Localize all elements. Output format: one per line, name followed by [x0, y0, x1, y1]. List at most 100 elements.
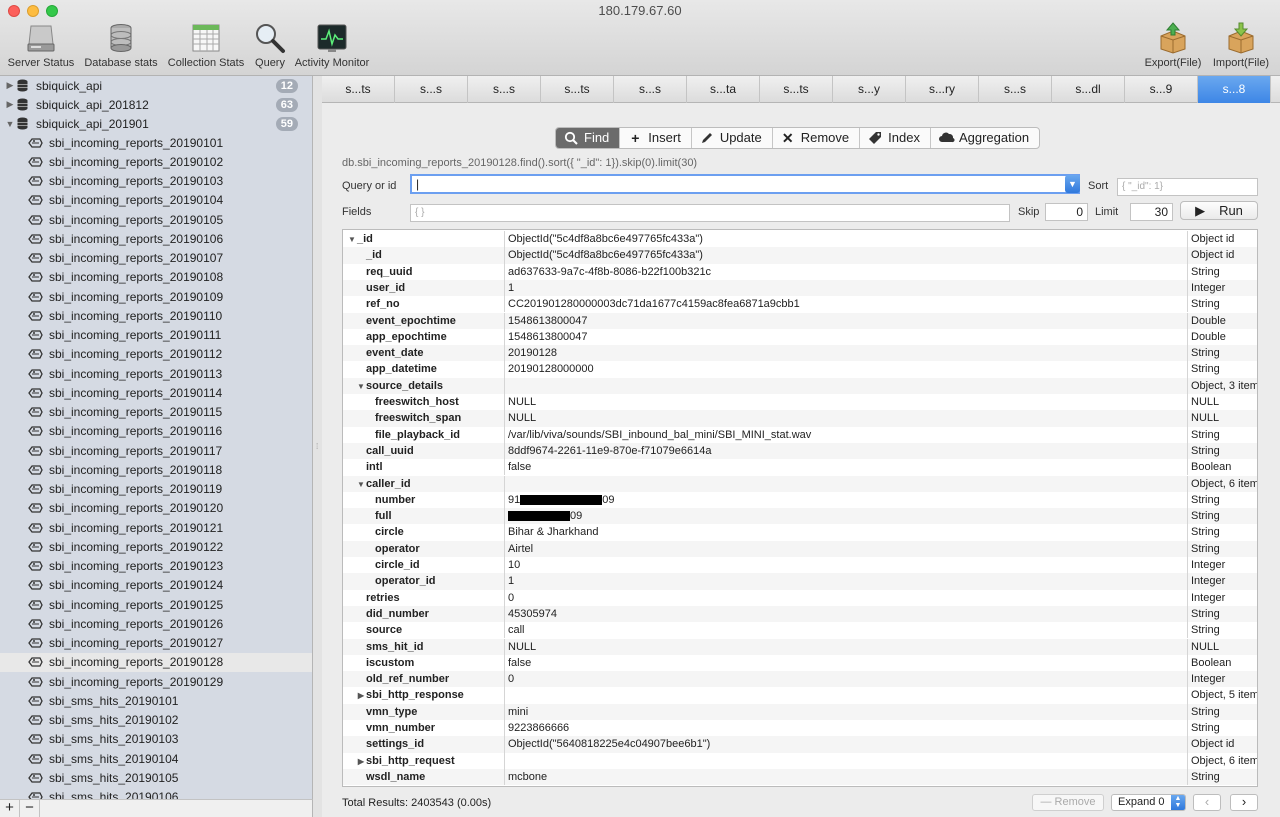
sidebar-item-collection[interactable]: sbi_sms_hits_20190106: [0, 788, 312, 799]
add-button[interactable]: +: [0, 800, 20, 817]
table-row[interactable]: ▶ sbi_http_request Object, 6 items: [343, 752, 1257, 769]
sort-input[interactable]: { "_id": 1}: [1117, 178, 1258, 196]
skip-input[interactable]: 0: [1045, 203, 1088, 221]
sidebar-item-collection[interactable]: sbi_sms_hits_20190101: [0, 691, 312, 710]
table-row[interactable]: did_number 45305974 String: [343, 605, 1257, 623]
sidebar-item-collection[interactable]: sbi_incoming_reports_20190116: [0, 422, 312, 441]
table-row[interactable]: source call String: [343, 622, 1257, 639]
run-button[interactable]: ▶ Run: [1180, 201, 1258, 220]
collection-tab[interactable]: s...ts: [760, 76, 833, 103]
sidebar-item-collection[interactable]: sbi_incoming_reports_20190102: [0, 152, 312, 171]
sidebar-item-collection[interactable]: sbi_sms_hits_20190105: [0, 768, 312, 787]
collection-tab[interactable]: s...9: [1125, 76, 1198, 103]
query-input[interactable]: |: [410, 174, 1080, 194]
collection-tab[interactable]: s...ry: [906, 76, 979, 103]
sidebar-item-collection[interactable]: sbi_sms_hits_20190103: [0, 730, 312, 749]
sidebar-item-collection[interactable]: sbi_incoming_reports_20190129: [0, 672, 312, 691]
sidebar-item-collection[interactable]: sbi_incoming_reports_20190118: [0, 460, 312, 479]
remove-button[interactable]: −: [20, 800, 40, 817]
results-outline-table[interactable]: ▼_id ObjectId("5c4df8a8bc6e497765fc433a")…: [342, 229, 1258, 787]
fields-input[interactable]: { }: [410, 204, 1010, 222]
table-row[interactable]: intl false Boolean: [343, 459, 1257, 476]
table-row[interactable]: settings_id ObjectId("5640818225e4c04907b…: [343, 736, 1257, 753]
collection-tab[interactable]: s...s: [614, 76, 687, 103]
table-row[interactable]: req_uuid ad637633-9a7c-4f8b-8086-b22f100b…: [343, 263, 1257, 280]
sidebar-item-collection[interactable]: sbi_incoming_reports_20190114: [0, 383, 312, 402]
table-row[interactable]: full 09 String: [343, 508, 1257, 525]
table-row[interactable]: app_datetime 20190128000000 String: [343, 361, 1257, 378]
sidebar-item-collection[interactable]: sbi_sms_hits_20190104: [0, 749, 312, 768]
collection-tab[interactable]: s...s: [979, 76, 1052, 103]
collection-tab[interactable]: s...ta: [687, 76, 760, 103]
disclosure-closed-icon[interactable]: ▶: [356, 688, 366, 703]
remove-operation-button[interactable]: ✕ Remove: [773, 128, 861, 148]
index-operation-button[interactable]: Index: [860, 128, 931, 148]
table-row[interactable]: vmn_number 9223866666 String: [343, 720, 1257, 737]
activity-monitor-button[interactable]: Activity Monitor: [292, 22, 372, 72]
sidebar-item-collection[interactable]: sbi_incoming_reports_20190105: [0, 210, 312, 229]
sidebar-item-collection[interactable]: sbi_incoming_reports_20190124: [0, 576, 312, 595]
sidebar-item-collection[interactable]: sbi_incoming_reports_20190128: [0, 652, 312, 672]
sidebar-item-collection[interactable]: sbi_incoming_reports_20190115: [0, 403, 312, 422]
sidebar-item-collection[interactable]: sbi_incoming_reports_20190110: [0, 306, 312, 325]
next-page-button[interactable]: ›: [1230, 794, 1258, 811]
sidebar-item-collection[interactable]: sbi_incoming_reports_20190112: [0, 345, 312, 364]
disclosure-closed-icon[interactable]: ▶: [356, 754, 366, 769]
sidebar-item-collection[interactable]: sbi_incoming_reports_20190123: [0, 557, 312, 576]
table-row[interactable]: user_id 1 Integer: [343, 279, 1257, 297]
collection-tab[interactable]: s...dl: [1052, 76, 1125, 103]
export-button[interactable]: Export(File): [1143, 22, 1203, 72]
disclosure-open-icon[interactable]: ▼: [356, 477, 366, 492]
sidebar-item-collection[interactable]: sbi_incoming_reports_20190104: [0, 191, 312, 210]
sidebar-item-collection[interactable]: sbi_incoming_reports_20190120: [0, 499, 312, 518]
server-status-button[interactable]: Server Status: [4, 22, 78, 72]
table-row[interactable]: number 91 09 String: [343, 491, 1257, 509]
database-item[interactable]: ▼ sbiquick_api_201901 59: [0, 114, 312, 133]
table-row[interactable]: file_playback_id/var/lib/viva/sounds/SBI…: [343, 426, 1257, 443]
remove-document-button[interactable]: — Remove: [1032, 794, 1104, 811]
table-row[interactable]: circle_id 10 Integer: [343, 557, 1257, 574]
disclosure-open-icon[interactable]: ▼: [3, 119, 17, 129]
expand-level-stepper[interactable]: Expand 0 ▲ ▼: [1111, 794, 1186, 811]
collection-stats-button[interactable]: Collection Stats: [166, 22, 246, 72]
database-item[interactable]: ▶ sbiquick_api 12: [0, 76, 312, 95]
previous-page-button[interactable]: ‹: [1193, 794, 1221, 811]
table-row[interactable]: retries 0 Integer: [343, 589, 1257, 606]
collection-tab[interactable]: s...s: [395, 76, 468, 103]
table-row[interactable]: call_uuid 8ddf9674-2261-11e9-870e-f71079e…: [343, 442, 1257, 460]
table-row[interactable]: iscustom false Boolean: [343, 654, 1257, 672]
table-row[interactable]: freeswitch_span NULL NULL: [343, 410, 1257, 427]
table-row[interactable]: freeswitch_host NULL NULL: [343, 394, 1257, 411]
table-row[interactable]: ▼caller_id Object, 6 items: [343, 475, 1257, 492]
sidebar-item-collection[interactable]: sbi_incoming_reports_20190127: [0, 634, 312, 653]
table-row[interactable]: ref_no CC201901280000003dc71da1677c4159ac…: [343, 296, 1257, 313]
table-row[interactable]: operator_id 1 Integer: [343, 573, 1257, 590]
table-row[interactable]: ▶ sbi_http_response Object, 5 items: [343, 687, 1257, 704]
sidebar-item-collection[interactable]: sbi_incoming_reports_20190106: [0, 229, 312, 248]
table-row[interactable]: vmn_type mini String: [343, 703, 1257, 720]
disclosure-closed-icon[interactable]: ▶: [3, 80, 17, 91]
sidebar-item-collection[interactable]: sbi_incoming_reports_20190109: [0, 287, 312, 306]
disclosure-closed-icon[interactable]: ▶: [3, 99, 17, 110]
collection-tab[interactable]: s...ts: [541, 76, 614, 103]
database-item[interactable]: ▶ sbiquick_api_201812 63: [0, 95, 312, 114]
update-operation-button[interactable]: Update: [692, 128, 773, 148]
table-row[interactable]: circle Bihar & Jharkhand String: [343, 524, 1257, 541]
disclosure-open-icon[interactable]: ▼: [347, 232, 357, 247]
sidebar-item-collection[interactable]: sbi_incoming_reports_20190107: [0, 249, 312, 268]
sidebar-item-collection[interactable]: sbi_incoming_reports_20190125: [0, 595, 312, 614]
table-row[interactable]: wsdl_name mcbone String: [343, 768, 1257, 786]
import-button[interactable]: Import(File): [1210, 22, 1272, 72]
table-row[interactable]: sms_hit_id NULL NULL: [343, 638, 1257, 655]
disclosure-open-icon[interactable]: ▼: [356, 379, 366, 394]
collection-tab[interactable]: s...s: [468, 76, 541, 103]
table-row[interactable]: event_date 20190128 String: [343, 345, 1257, 362]
table-row[interactable]: old_ref_number 0 Integer: [343, 671, 1257, 688]
table-row[interactable]: app_epochtime 1548613800047 Double: [343, 328, 1257, 346]
collection-tab[interactable]: s...y: [833, 76, 906, 103]
collection-tab[interactable]: s...ts: [322, 76, 395, 103]
sidebar-item-collection[interactable]: sbi_incoming_reports_20190103: [0, 172, 312, 191]
sidebar-item-collection[interactable]: sbi_incoming_reports_20190122: [0, 537, 312, 556]
sidebar-item-collection[interactable]: sbi_incoming_reports_20190108: [0, 268, 312, 287]
sidebar-item-collection[interactable]: sbi_incoming_reports_20190117: [0, 441, 312, 460]
